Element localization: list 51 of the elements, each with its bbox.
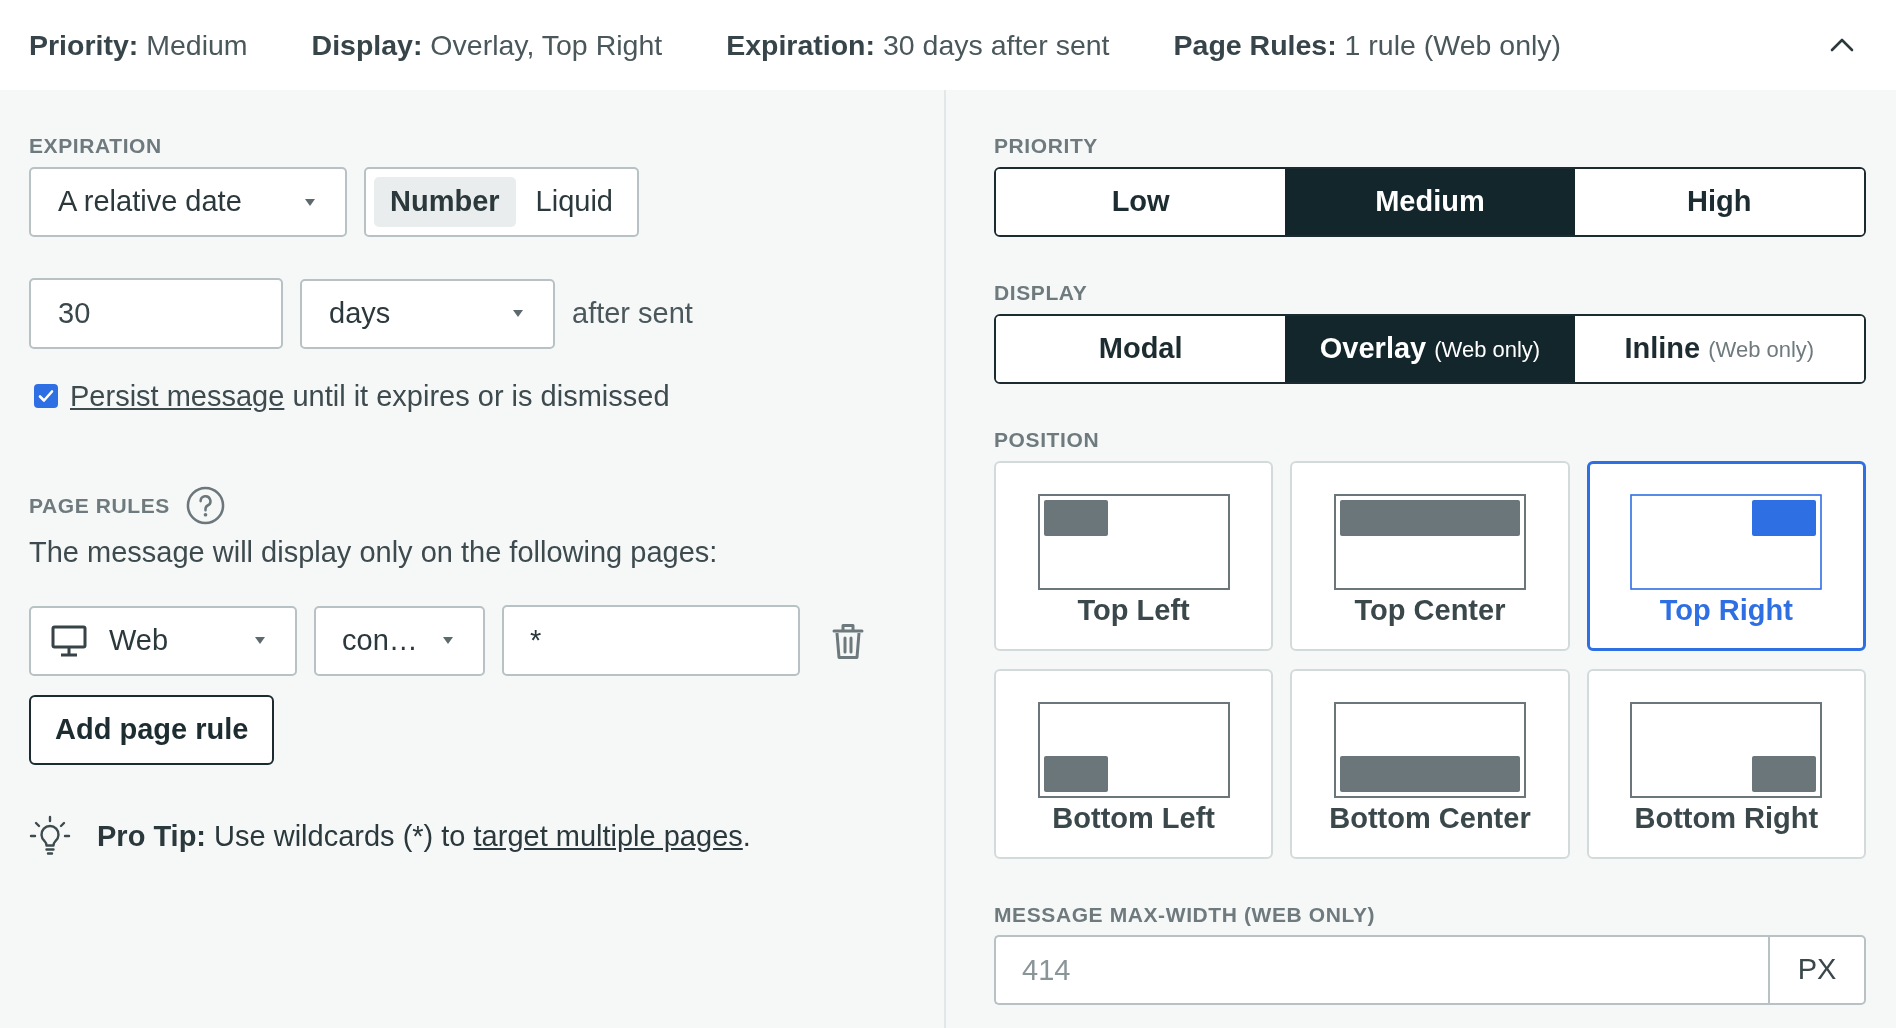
section-label: PRIORITY [994, 134, 1098, 158]
caret-down-icon [513, 310, 523, 317]
platform-select[interactable]: Web [29, 605, 297, 676]
pro-tip-text: Pro Tip: Use wildcards (*) to target multiple pages. [97, 818, 751, 854]
layout-preview-icon [1037, 494, 1230, 590]
summary-item: Page Rules: 1 rule (Web only) [1173, 27, 1562, 63]
layout-preview-icon [1037, 702, 1230, 798]
monitor-icon [51, 624, 87, 657]
mode-option[interactable]: Liquid [519, 177, 629, 227]
position-option[interactable]: Top Right [1586, 461, 1866, 651]
page-rules-description: The message will display only on the following pages: [29, 535, 719, 570]
operator-select[interactable]: con… [314, 605, 485, 676]
display-option[interactable]: Overlay (Web only) [1285, 316, 1575, 382]
caret-down-icon [305, 198, 315, 206]
section-label: PAGE RULES [29, 493, 170, 518]
position-option[interactable]: Bottom Center [1290, 669, 1570, 859]
date-type-select[interactable]: A relative date [29, 167, 347, 237]
target-pages-link[interactable]: target multiple pages [473, 819, 743, 852]
unit-select[interactable]: days [300, 278, 555, 349]
section-label: DISPLAY [994, 281, 1088, 305]
section-label: MESSAGE MAX-WIDTH (WEB ONLY) [994, 903, 1376, 927]
caret-down-icon [255, 637, 265, 644]
section-label: EXPIRATION [29, 134, 162, 158]
priority-option[interactable]: Medium [1285, 169, 1575, 235]
layout-preview-icon [1630, 494, 1823, 590]
mode-option[interactable]: Number [374, 177, 516, 227]
position-option[interactable]: Top Left [994, 461, 1274, 651]
chevron-up-icon[interactable] [1830, 38, 1854, 52]
summary-item: Display: Overlay, Top Right [311, 27, 663, 63]
checkbox[interactable] [34, 384, 58, 408]
persist-text: Persist message until it expires or is dismissed [70, 379, 670, 413]
max-width-input[interactable]: 414 [994, 935, 1768, 1005]
pattern-input[interactable]: * [502, 605, 800, 676]
position-option[interactable]: Bottom Left [994, 669, 1274, 859]
section-label: POSITION [994, 428, 1100, 452]
lightbulb-icon [29, 815, 71, 856]
trash-icon[interactable] [831, 621, 865, 660]
caret-down-icon [443, 637, 453, 644]
summary-item: Priority: Medium [29, 27, 248, 63]
layout-preview-icon [1630, 702, 1823, 798]
unit-label: PX [1768, 935, 1866, 1005]
persist-message-link[interactable]: Persist message [70, 380, 285, 412]
summary-item: Expiration: 30 days after sent [726, 27, 1110, 63]
position-option[interactable]: Bottom Right [1586, 669, 1866, 859]
layout-preview-icon [1334, 494, 1526, 590]
layout-preview-icon [1334, 702, 1526, 798]
position-option[interactable]: Top Center [1290, 461, 1570, 651]
amount-input[interactable]: 30 [29, 278, 283, 349]
suffix-text: after sent [572, 295, 693, 331]
add-page-rule-button[interactable]: Add page rule [29, 695, 275, 765]
help-icon[interactable] [185, 486, 225, 525]
